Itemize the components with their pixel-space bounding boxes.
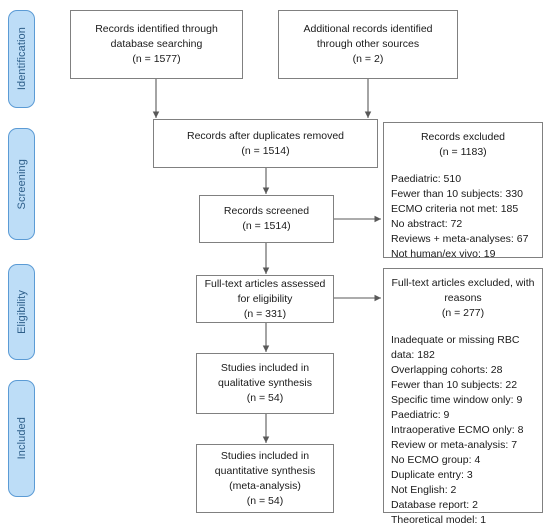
box-records-identified-other-sources: Additional records identified through ot…	[278, 10, 458, 79]
reason-item: Database report: 2	[391, 499, 478, 511]
reason-item: Paediatric: 510	[391, 173, 462, 185]
stage-pill-eligibility: Eligibility	[8, 264, 35, 360]
box-count: (n = 54)	[246, 392, 284, 404]
records-excluded-heading: Records excluded	[420, 131, 506, 143]
box-line-2: quantitative synthesis	[214, 464, 316, 477]
box-line-1: Additional records identified	[303, 23, 433, 35]
stage-label-included: Included	[15, 417, 28, 460]
box-count: (n = 54)	[246, 494, 284, 507]
stage-label-identification: Identification	[15, 27, 28, 91]
box-records-excluded: Records excluded (n = 1183) Paediatric: …	[383, 122, 543, 260]
box-line-1: Full-text articles assessed	[204, 277, 326, 290]
box-records-identified-database: Records identified through database sear…	[70, 10, 243, 79]
fulltext-excluded-reason-list: Inadequate or missing RBC data: 182 Over…	[391, 333, 535, 527]
box-line-1: Records after duplicates removed	[187, 129, 344, 142]
stage-label-screening: Screening	[15, 158, 28, 210]
box-line-1: Studies included in	[220, 449, 310, 462]
reason-item: Paediatric: 9	[391, 409, 450, 421]
reason-item: Fewer than 10 subjects: 330	[391, 188, 523, 200]
reason-item: Theoretical model: 1	[391, 514, 487, 526]
box-studies-quantitative-synthesis: Studies included in quantitative synthes…	[196, 444, 334, 513]
box-fulltext-articles-excluded: Full-text articles excluded, with reason…	[383, 268, 543, 526]
reason-item: Reviews + meta-analyses: 67	[391, 233, 529, 245]
fulltext-excluded-heading: Full-text articles excluded, with reason…	[391, 277, 535, 304]
box-line-3: (meta-analysis)	[229, 479, 301, 492]
reason-item: Not human/ex vivo: 19	[391, 248, 496, 260]
stage-label-eligibility: Eligibility	[15, 290, 28, 334]
box-records-screened: Records screened (n = 1514)	[199, 195, 334, 243]
box-line-1: Studies included in	[220, 362, 310, 374]
reason-item: Specific time window only: 9	[391, 394, 523, 406]
stage-pill-included: Included	[8, 380, 35, 497]
box-count: (n = 1514)	[241, 144, 290, 157]
records-excluded-reason-list: Paediatric: 510 Fewer than 10 subjects: …	[391, 172, 535, 262]
box-count: (n = 2)	[352, 53, 384, 65]
records-excluded-count: (n = 1183)	[439, 146, 487, 158]
box-line-1: Records screened	[223, 205, 310, 217]
reason-item: Review or meta-analysis: 7	[391, 439, 518, 451]
reason-item: Not English: 2	[391, 484, 457, 496]
reason-item: Intraoperative ECMO only: 8	[391, 424, 524, 436]
reason-item: Inadequate or missing RBC data: 182	[391, 334, 520, 361]
box-fulltext-articles-assessed: Full-text articles assessed for eligibil…	[196, 275, 334, 323]
box-line-1: Records identified through	[95, 23, 218, 35]
box-studies-qualitative-synthesis: Studies included in qualitative synthesi…	[196, 353, 334, 414]
prisma-flow-diagram: Identification Screening Eligibility Inc…	[0, 0, 550, 527]
reason-item: Overlapping cohorts: 28	[391, 364, 503, 376]
box-line-2: database searching	[110, 38, 203, 50]
fulltext-excluded-count: (n = 277)	[441, 307, 485, 319]
reason-item: No ECMO group: 4	[391, 454, 481, 466]
box-count: (n = 1514)	[242, 220, 291, 232]
reason-item: ECMO criteria not met: 185	[391, 203, 519, 215]
stage-pill-screening: Screening	[8, 128, 35, 240]
box-count: (n = 331)	[243, 307, 287, 320]
reason-item: No abstract: 72	[391, 218, 463, 230]
reason-item: Duplicate entry: 3	[391, 469, 473, 481]
box-line-2: qualitative synthesis	[218, 377, 312, 389]
reason-item: Fewer than 10 subjects: 22	[391, 379, 518, 391]
box-line-2: for eligibility	[237, 292, 293, 305]
box-line-2: through other sources	[316, 38, 420, 50]
box-count: (n = 1577)	[132, 53, 181, 65]
stage-pill-identification: Identification	[8, 10, 35, 108]
box-records-after-duplicates-removed: Records after duplicates removed (n = 15…	[153, 119, 378, 168]
